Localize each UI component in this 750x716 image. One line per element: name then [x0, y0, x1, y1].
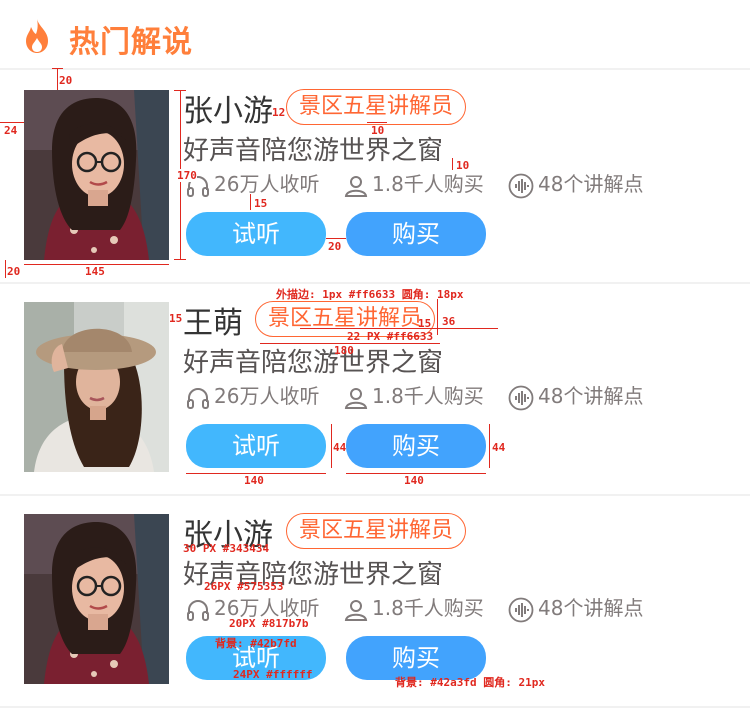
user-icon: [344, 175, 368, 197]
guide-photo: [24, 302, 169, 472]
guide-name: 张小游: [183, 94, 273, 129]
headphones-icon: [187, 387, 209, 409]
point-count-text: 48个讲解点: [538, 172, 644, 196]
buyer-count: 1.8千人购买: [344, 381, 484, 411]
dim-line: [52, 68, 63, 69]
buyer-count: 1.8千人购买: [344, 169, 484, 199]
dim-line: [174, 259, 186, 260]
point-count-text: 48个讲解点: [538, 596, 644, 620]
listener-count-text: 26万人收听: [214, 384, 320, 408]
audio-wave-icon: [508, 597, 534, 622]
dim-line: [326, 238, 346, 239]
dim-line: [452, 158, 453, 170]
guide-card[interactable]: 张小游 景区五星讲解员 好声音陪您游世界之窗 26万人收听 1.8千人购买 48…: [0, 494, 750, 708]
guide-name: 王萌: [183, 306, 243, 341]
annotation-label: 44: [333, 441, 347, 454]
dim-line: [174, 90, 186, 91]
annotation-label: 10: [456, 159, 470, 172]
annotation-label: 170: [177, 169, 197, 182]
guide-photo: [24, 90, 169, 260]
annotation-label: 20: [7, 265, 21, 278]
annotation-label: 15: [254, 197, 268, 210]
dim-line: [0, 122, 24, 123]
annotation-label: 12: [272, 106, 286, 119]
audio-wave-icon: [508, 385, 534, 410]
dim-line: [57, 68, 58, 90]
listener-count: 26万人收听: [186, 381, 319, 411]
annotation-label: 背景: #42a3fd 圆角: 21px: [395, 676, 545, 689]
audio-wave-icon: [508, 173, 534, 198]
guide-title-badge: 景区五星讲解员: [286, 513, 467, 549]
annotation-label: 外描边: 1px #ff6633 圆角: 18px: [276, 288, 464, 301]
point-count: 48个讲解点: [508, 593, 643, 623]
annotation-label: 44: [492, 441, 506, 454]
listen-button[interactable]: 试听: [186, 424, 326, 468]
annotation-label: 10: [371, 124, 385, 137]
section-header: 热门解说: [0, 0, 750, 70]
annotation-label: 20: [59, 74, 73, 87]
guide-photo: [24, 514, 169, 684]
user-icon: [344, 599, 368, 621]
annotation-label: 背景: #42b7fd: [215, 637, 297, 650]
annotation-label: 22 PX #ff6633: [347, 330, 434, 343]
guide-description: 好声音陪您游世界之窗: [183, 136, 444, 166]
buyer-count: 1.8千人购买: [344, 593, 484, 623]
annotation-label: 180: [334, 344, 354, 357]
annotation-label: 24PX #ffffff: [233, 668, 313, 681]
dim-line: [437, 299, 438, 335]
dim-line: [489, 424, 490, 468]
guide-title-badge: 景区五星讲解员: [286, 89, 467, 125]
buy-button[interactable]: 购买: [346, 212, 486, 256]
dim-line: [5, 260, 6, 278]
listen-button[interactable]: 试听: [186, 212, 326, 256]
point-count: 48个讲解点: [508, 381, 643, 411]
user-icon: [344, 387, 368, 409]
dim-line: [331, 424, 332, 468]
guide-description: 好声音陪您游世界之窗: [183, 348, 444, 378]
listener-count-text: 26万人收听: [214, 172, 320, 196]
buy-button[interactable]: 购买: [346, 424, 486, 468]
guide-card[interactable]: 王萌 景区五星讲解员 好声音陪您游世界之窗 26万人收听 1.8千人购买 48个…: [0, 282, 750, 496]
annotation-label: 15: [169, 312, 183, 325]
annotation-label: 26PX #575353: [204, 580, 284, 593]
buyer-count-text: 1.8千人购买: [372, 384, 484, 408]
fire-icon: [26, 19, 48, 53]
listener-count: 26万人收听: [186, 169, 319, 199]
buyer-count-text: 1.8千人购买: [372, 596, 484, 620]
headphones-icon: [187, 599, 209, 621]
annotation-label: 24: [4, 124, 18, 137]
annotation-label: 140: [244, 474, 264, 487]
annotation-label: 20: [328, 240, 342, 253]
dim-line: [367, 122, 387, 123]
annotation-label: 140: [404, 474, 424, 487]
dim-line: [300, 328, 498, 329]
guide-card[interactable]: 张小游 景区五星讲解员 好声音陪您游世界之窗 26万人收听 1.8千人购买 48…: [0, 70, 750, 284]
point-count-text: 48个讲解点: [538, 384, 644, 408]
section-title: 热门解说: [69, 25, 193, 60]
annotation-label: 20PX #817b7b: [229, 617, 309, 630]
annotation-label: 145: [85, 265, 105, 278]
annotation-label: 30 PX #343434: [183, 542, 270, 555]
annotation-label: 36: [442, 315, 456, 328]
buyer-count-text: 1.8千人购买: [372, 172, 484, 196]
dim-line: [250, 194, 251, 210]
point-count: 48个讲解点: [508, 169, 643, 199]
